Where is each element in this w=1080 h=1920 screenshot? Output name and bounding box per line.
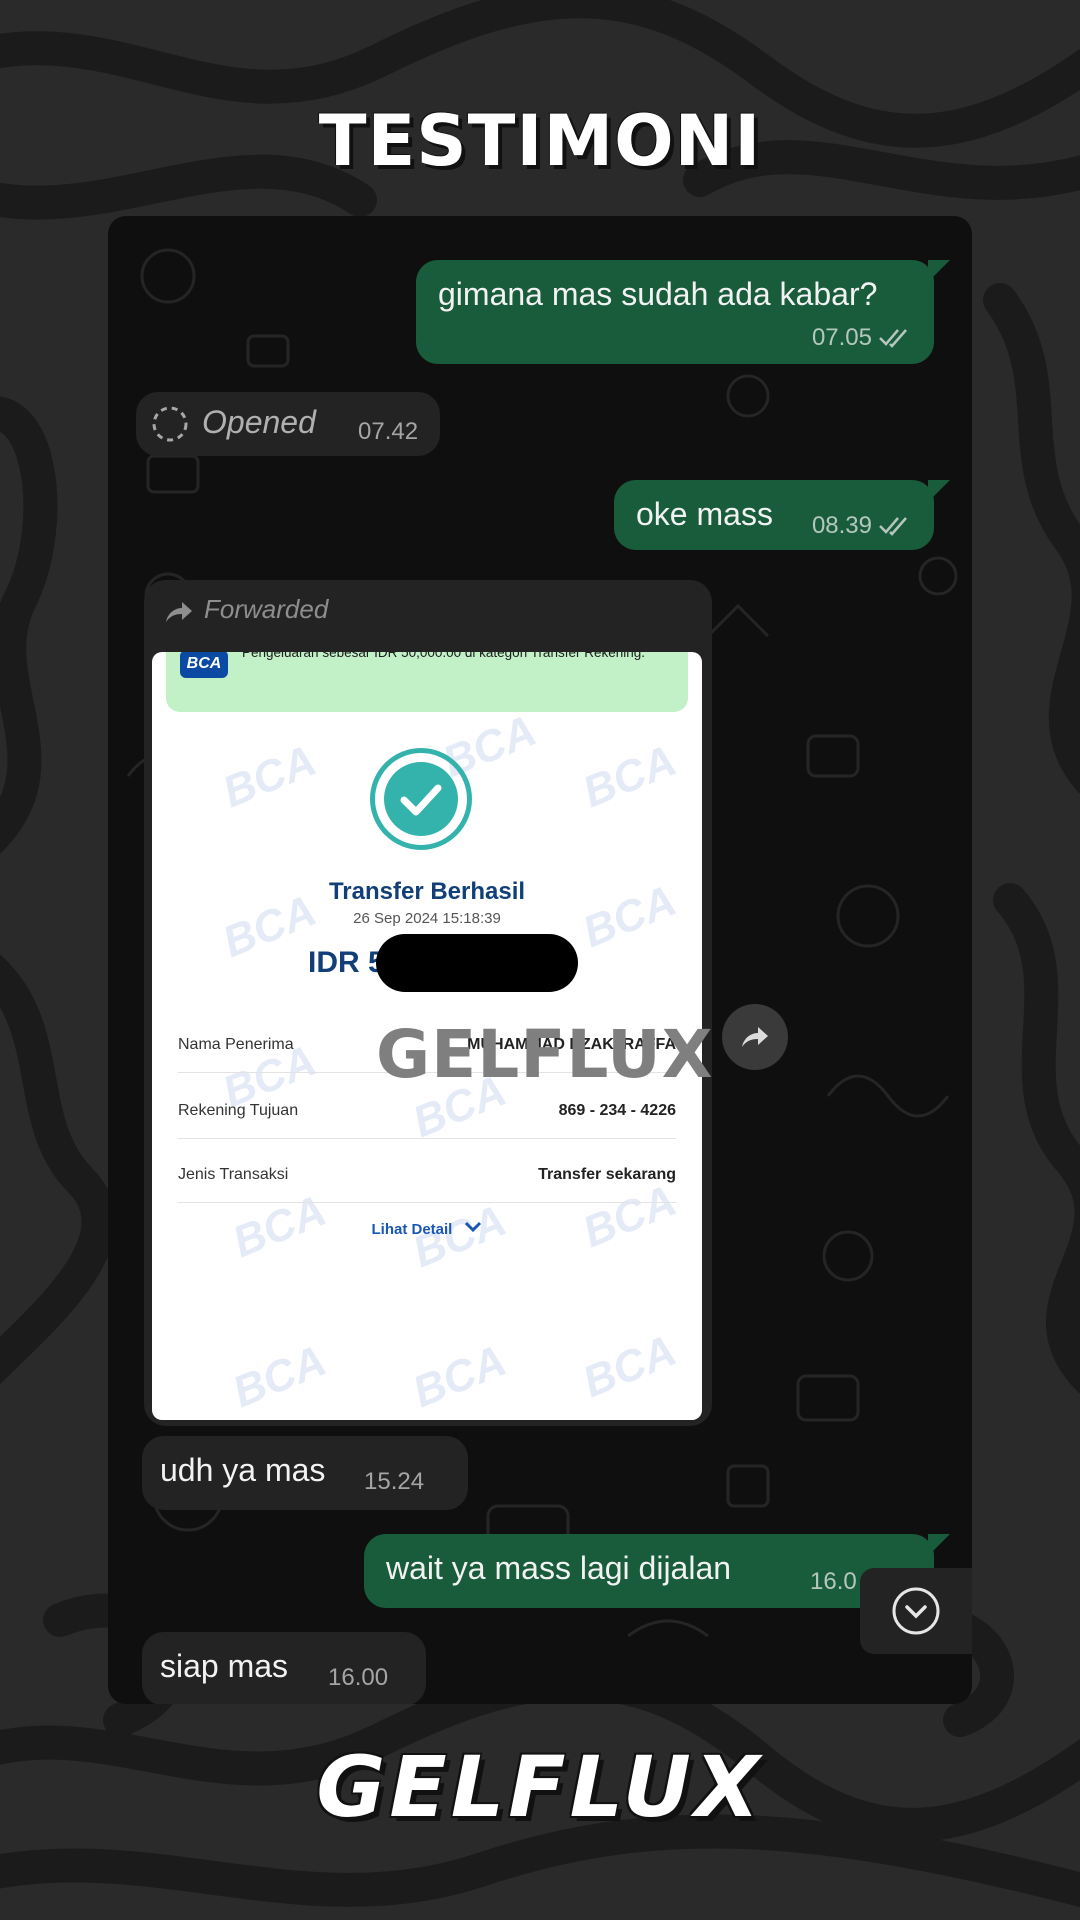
outgoing-message[interactable]: wait ya mass lagi dijalan 16.0 [364, 1534, 934, 1608]
notification-text: Pengeluaran sebesar IDR 50,000.00 di kat… [242, 652, 645, 660]
incoming-message[interactable]: siap mas 16.00 [142, 1632, 426, 1704]
bca-watermark: BCA [576, 1175, 683, 1258]
share-icon [742, 1027, 768, 1047]
message-time: 08.39 [811, 512, 872, 539]
double-check-icon [879, 329, 907, 348]
receipt-row-label: Rekening Tujuan [178, 1102, 299, 1119]
forwarded-label: Forwarded [204, 594, 329, 624]
bca-watermark: BCA [576, 735, 683, 818]
divider [178, 1138, 676, 1139]
detail-link-label: Lihat Detail [371, 1221, 453, 1238]
receipt-row-label: Jenis Transaksi [178, 1166, 289, 1183]
bca-watermark: BCA [226, 1335, 333, 1418]
divider [178, 1202, 676, 1203]
redaction-bar [376, 934, 578, 992]
bubble-tail [928, 1534, 950, 1556]
message-text: wait ya mass lagi dijalan [386, 1550, 732, 1586]
scroll-down-button[interactable] [860, 1568, 972, 1654]
opened-label: Opened [202, 404, 316, 440]
bank-notification: BCA Pengeluaran sebesar IDR 50,000.00 di… [166, 652, 688, 712]
forwarded-image-message[interactable]: Forwarded BCA BCA BCA BCA BCA BCA BCA BC… [144, 580, 712, 1426]
share-button[interactable] [722, 1004, 788, 1070]
message-time: 16.00 [328, 1664, 389, 1691]
gelflux-watermark: GELFLUX [376, 1016, 714, 1093]
bubble-tail [928, 260, 950, 282]
image-time: 15.24 [627, 1380, 688, 1407]
message-text: udh ya mas [160, 1452, 326, 1488]
message-text: gimana mas sudah ada kabar? [438, 276, 878, 312]
double-check-icon [879, 517, 907, 536]
success-check-icon [370, 748, 472, 850]
receipt-row-value: 869 - 234 - 4226 [558, 1102, 676, 1119]
bca-logo: BCA [180, 652, 228, 678]
message-text: oke mass [636, 496, 773, 532]
brand-logo: GELFLUX [316, 1738, 764, 1836]
view-once-message[interactable]: Opened 07.42 [136, 392, 440, 456]
page-title: TESTIMONI [318, 100, 762, 182]
incoming-message[interactable]: udh ya mas 15.24 [142, 1436, 468, 1510]
receipt-date: 26 Sep 2024 15:18:39 [353, 910, 501, 927]
receipt-row-label: Nama Penerima [178, 1036, 294, 1053]
pending-spinner-icon [152, 406, 188, 442]
message-time: 07.42 [358, 418, 419, 445]
forward-arrow-icon [166, 602, 192, 622]
outgoing-message[interactable]: oke mass 08.39 [614, 480, 934, 550]
bubble-tail [928, 480, 950, 502]
scroll-down-icon [892, 1587, 940, 1635]
message-time: 07.05 [811, 324, 872, 351]
bca-watermark: BCA [216, 735, 323, 818]
message-time: 16.0 [810, 1568, 857, 1595]
message-text: siap mas [160, 1648, 289, 1684]
detail-link[interactable]: Lihat Detail [152, 1220, 702, 1238]
receipt-title: Transfer Berhasil [328, 878, 526, 905]
bca-watermark: BCA [406, 1335, 513, 1418]
chat-screenshot: gimana mas sudah ada kabar? 07.05 Opened… [108, 216, 972, 1704]
chevron-down-icon [464, 1221, 481, 1233]
receipt-amount: IDR 5 [308, 946, 385, 979]
message-time: 15.24 [364, 1468, 425, 1495]
outgoing-message[interactable]: gimana mas sudah ada kabar? 07.05 [416, 260, 934, 364]
receipt-row-value: Transfer sekarang [538, 1166, 676, 1183]
